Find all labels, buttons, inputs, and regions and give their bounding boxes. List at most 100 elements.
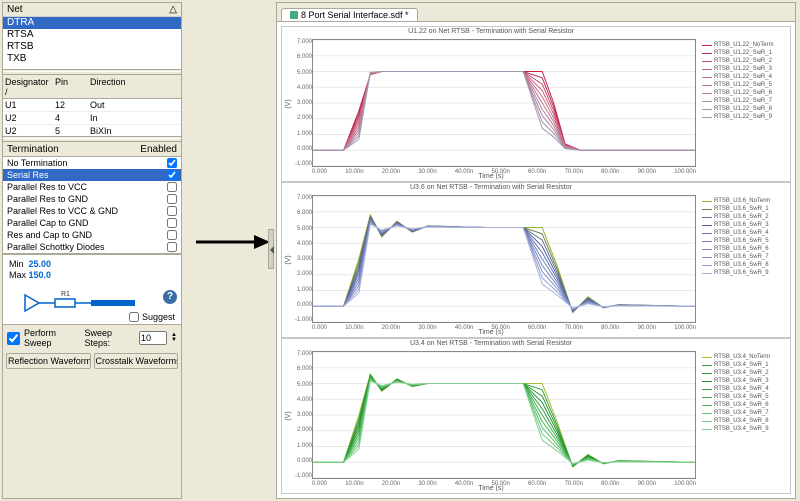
net-row[interactable]: DTRA [3, 17, 181, 29]
termination-checkbox[interactable] [167, 230, 177, 240]
net-row[interactable]: TXB [3, 53, 181, 65]
designator-row[interactable]: U25BiXIn [3, 125, 181, 138]
net-row[interactable]: RTSB [3, 41, 181, 53]
designator-section: Designator / Pin Direction U112OutU24InU… [3, 76, 181, 137]
designator-row[interactable]: U112Out [3, 99, 181, 112]
legend-item[interactable]: RTSB_U3.6_NoTerm [702, 197, 788, 205]
legend-item[interactable]: RTSB_U3.4_SwR_3 [702, 377, 788, 385]
net-list[interactable]: DTRARTSARTSBTXB [3, 17, 181, 69]
legend-item[interactable]: RTSB_U1.22_SwR_5 [702, 81, 788, 89]
sweep-steps-label: Sweep Steps: [84, 328, 135, 348]
designator-headers: Designator / Pin Direction [3, 76, 181, 99]
pane-divider-handle[interactable] [268, 229, 274, 269]
chart-plot[interactable] [312, 39, 696, 167]
legend-item[interactable]: RTSB_U1.22_SwR_3 [702, 65, 788, 73]
chart-plot[interactable] [312, 195, 696, 323]
legend-item[interactable]: RTSB_U3.4_SwR_7 [702, 409, 788, 417]
col-direction[interactable]: Direction [88, 76, 181, 98]
designator-rows: U112OutU24InU25BiXIn [3, 99, 181, 138]
chart-plot[interactable] [312, 351, 696, 479]
perform-sweep-checkbox[interactable] [7, 332, 20, 345]
suggest-label: Suggest [142, 312, 175, 322]
chart-ylabel: (V) [285, 99, 292, 108]
legend-item[interactable]: RTSB_U3.4_SwR_8 [702, 417, 788, 425]
termination-row[interactable]: Parallel Cap to GND [3, 217, 181, 229]
termination-section: Termination Enabled No TerminationSerial… [3, 143, 181, 254]
resistor-ref: R1 [61, 291, 70, 298]
crosstalk-waveforms-button[interactable]: Crosstalk Waveforms... [94, 353, 179, 369]
term-col-enabled[interactable]: Enabled [140, 144, 177, 155]
termination-list: No TerminationSerial ResParallel Res to … [3, 157, 181, 253]
termination-row[interactable]: Parallel Res to VCC & GND [3, 205, 181, 217]
legend-item[interactable]: RTSB_U3.6_SwR_1 [702, 205, 788, 213]
legend-item[interactable]: RTSB_U3.6_SwR_8 [702, 261, 788, 269]
termination-checkbox[interactable] [167, 170, 177, 180]
termination-checkbox[interactable] [167, 206, 177, 216]
legend-item[interactable]: RTSB_U3.6_SwR_4 [702, 229, 788, 237]
arrow-annotation [196, 232, 270, 252]
legend-item[interactable]: RTSB_U3.4_SwR_9 [702, 425, 788, 433]
legend-item[interactable]: RTSB_U1.22_SwR_8 [702, 105, 788, 113]
chart: U3.4 on Net RTSB - Termination with Seri… [281, 338, 791, 494]
legend-item[interactable]: RTSB_U3.6_SwR_3 [702, 221, 788, 229]
col-pin[interactable]: Pin [53, 76, 88, 98]
panel-splitter-2[interactable] [3, 138, 181, 142]
legend-item[interactable]: RTSB_U3.6_SwR_9 [702, 269, 788, 277]
legend-item[interactable]: RTSB_U3.6_SwR_5 [702, 237, 788, 245]
termination-checkbox[interactable] [167, 158, 177, 168]
termination-row[interactable]: Serial Res [3, 169, 181, 181]
legend-item[interactable]: RTSB_U3.6_SwR_7 [702, 253, 788, 261]
termination-checkbox[interactable] [167, 242, 177, 252]
chart-area: U1.22 on Net RTSB - Termination with Ser… [277, 21, 795, 498]
action-buttons: Reflection Waveforms... Crosstalk Wavefo… [3, 351, 181, 371]
reflection-waveforms-button[interactable]: Reflection Waveforms... [6, 353, 91, 369]
legend-item[interactable]: RTSB_U1.22_NoTerm [702, 41, 788, 49]
schematic-preview: Min 25.00 Max 150.0 R1 ? Suggest [3, 254, 181, 324]
legend-item[interactable]: RTSB_U3.4_SwR_6 [702, 401, 788, 409]
legend-item[interactable]: RTSB_U3.4_SwR_2 [702, 369, 788, 377]
suggest-checkbox[interactable] [129, 312, 139, 322]
termination-row[interactable]: Parallel Res to GND [3, 193, 181, 205]
legend-item[interactable]: RTSB_U1.22_SwR_1 [702, 49, 788, 57]
tab-bar: 8 Port Serial Interface.sdf * [277, 3, 795, 21]
termination-checkbox[interactable] [167, 182, 177, 192]
termination-checkbox[interactable] [167, 218, 177, 228]
spinner-icon[interactable]: ▲▼ [171, 333, 177, 343]
legend-item[interactable]: RTSB_U3.4_NoTerm [702, 353, 788, 361]
chart: U1.22 on Net RTSB - Termination with Ser… [281, 26, 791, 182]
termination-row[interactable]: No Termination [3, 157, 181, 169]
net-header: Net △ [3, 3, 181, 17]
legend-item[interactable]: RTSB_U1.22_SwR_6 [702, 89, 788, 97]
term-col-name[interactable]: Termination [7, 144, 59, 155]
legend-item[interactable]: RTSB_U3.6_SwR_2 [702, 213, 788, 221]
pane-divider [268, 4, 274, 494]
termination-row[interactable]: Parallel Schottky Diodes [3, 241, 181, 253]
panel-splitter-1[interactable] [3, 71, 181, 75]
tab-waveform-file[interactable]: 8 Port Serial Interface.sdf * [281, 8, 418, 21]
chart-title: U3.6 on Net RTSB - Termination with Seri… [282, 184, 700, 191]
col-designator[interactable]: Designator / [3, 76, 53, 98]
tab-label: 8 Port Serial Interface.sdf * [301, 10, 409, 20]
legend-item[interactable]: RTSB_U3.4_SwR_5 [702, 393, 788, 401]
chart-legend: RTSB_U1.22_NoTermRTSB_U1.22_SwR_1RTSB_U1… [700, 27, 790, 181]
designator-table: Designator / Pin Direction U112OutU24InU… [3, 76, 181, 136]
legend-item[interactable]: RTSB_U3.4_SwR_1 [702, 361, 788, 369]
legend-item[interactable]: RTSB_U1.22_SwR_4 [702, 73, 788, 81]
termination-row[interactable]: Res and Cap to GND [3, 229, 181, 241]
termination-row[interactable]: Parallel Res to VCC [3, 181, 181, 193]
legend-item[interactable]: RTSB_U3.6_SwR_6 [702, 245, 788, 253]
perform-sweep-label: Perform Sweep [24, 328, 80, 348]
termination-checkbox[interactable] [167, 194, 177, 204]
legend-item[interactable]: RTSB_U1.22_SwR_9 [702, 113, 788, 121]
help-icon[interactable]: ? [163, 290, 177, 304]
legend-item[interactable]: RTSB_U3.4_SwR_4 [702, 385, 788, 393]
designator-row[interactable]: U24In [3, 112, 181, 125]
waveform-panel: 8 Port Serial Interface.sdf * U1.22 on N… [276, 2, 796, 499]
net-row[interactable]: RTSA [3, 29, 181, 41]
sweep-row: Perform Sweep Sweep Steps: ▲▼ [3, 324, 181, 351]
net-header-sort-icon: △ [169, 4, 177, 15]
sweep-steps-input[interactable] [139, 331, 167, 345]
legend-item[interactable]: RTSB_U1.22_SwR_2 [702, 57, 788, 65]
legend-item[interactable]: RTSB_U1.22_SwR_7 [702, 97, 788, 105]
suggest-row: Suggest [129, 312, 175, 322]
